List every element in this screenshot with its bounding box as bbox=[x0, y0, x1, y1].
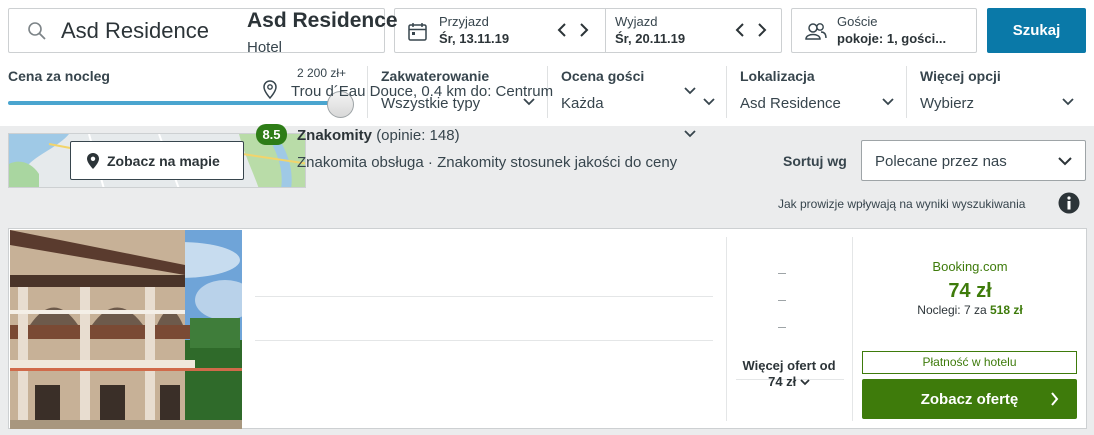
rating-highlights: Znakomita obsługa · Znakomity stosunek j… bbox=[297, 154, 678, 171]
checkout-label: Wyjazd bbox=[615, 14, 658, 29]
sort-label: Sortuj wg bbox=[783, 153, 847, 169]
chevron-down-icon[interactable] bbox=[684, 130, 696, 138]
chevron-right-icon bbox=[1051, 392, 1059, 406]
price-slider-track[interactable] bbox=[8, 101, 336, 105]
more-offers-price: 74 zł bbox=[768, 374, 797, 389]
guests-icon bbox=[805, 23, 827, 40]
search-button[interactable]: Szukaj bbox=[987, 8, 1086, 53]
checkout-value[interactable]: Śr, 20.11.19 bbox=[615, 31, 685, 46]
rating-word: Znakomity bbox=[297, 127, 373, 144]
checkout-prev-icon[interactable] bbox=[734, 21, 746, 39]
guests-label: Goście bbox=[837, 14, 878, 29]
chevron-down-icon bbox=[800, 379, 810, 386]
filter-title: Ocena gości bbox=[561, 68, 645, 84]
nights-prefix: Noclegi: 7 za bbox=[917, 303, 987, 317]
divider bbox=[255, 296, 713, 297]
show-map-button[interactable]: Zobacz na mapie bbox=[70, 141, 244, 180]
chevron-down-icon bbox=[1062, 98, 1074, 106]
view-offer-label: Zobacz ofertę bbox=[920, 391, 1019, 408]
hotel-name-link[interactable]: Asd Residence bbox=[247, 9, 398, 33]
review-count: (opinie: 148) bbox=[376, 127, 460, 144]
offer-nights: Noclegi: 7 za 518 zł bbox=[853, 303, 1087, 317]
checkout-next-icon[interactable] bbox=[756, 21, 768, 39]
hotel-type: Hotel bbox=[247, 39, 283, 56]
filter-title: Więcej opcji bbox=[920, 68, 1001, 84]
hotel-location[interactable]: Trou d´Eau Douce, 0.4 km do: Centrum bbox=[291, 83, 553, 100]
location-pin-icon bbox=[263, 80, 277, 99]
search-header: Asd Residence Przyjazd Śr, 13.11.19 Wyja… bbox=[0, 0, 1094, 125]
info-icon[interactable] bbox=[1058, 192, 1080, 214]
checkin-prev-icon[interactable] bbox=[556, 21, 568, 39]
offer-provider: Booking.com bbox=[932, 259, 1008, 274]
commission-note-link[interactable]: Jak prowizje wpływają na wyniki wyszukiw… bbox=[778, 197, 1025, 211]
checkin-next-icon[interactable] bbox=[578, 21, 590, 39]
empty-offer-slot bbox=[778, 327, 786, 328]
search-query: Asd Residence bbox=[61, 18, 209, 43]
calendar-icon bbox=[408, 23, 427, 41]
hotel-photo[interactable] bbox=[10, 230, 242, 429]
sort-select[interactable]: Polecane przez nas bbox=[861, 140, 1086, 181]
map-pin-icon bbox=[87, 153, 99, 169]
show-map-label: Zobacz na mapie bbox=[107, 153, 220, 169]
search-icon bbox=[28, 22, 46, 40]
filter-title: Zakwaterowanie bbox=[381, 68, 490, 84]
filter-title: Lokalizacja bbox=[740, 68, 815, 84]
price-filter-label: Cena za nocleg bbox=[8, 68, 110, 84]
sort-value: Polecane przez nas bbox=[875, 153, 1007, 170]
offer-price[interactable]: 74 zł bbox=[853, 280, 1087, 303]
view-offer-button[interactable]: Zobacz ofertę bbox=[862, 379, 1077, 419]
empty-offer-slot bbox=[778, 273, 786, 274]
more-offers-price-row: 74 zł bbox=[730, 374, 848, 390]
empty-offer-slot bbox=[778, 300, 786, 301]
chevron-down-icon bbox=[1058, 157, 1072, 166]
nights-total: 518 zł bbox=[990, 303, 1023, 317]
price-filter-max: 2 200 zł+ bbox=[297, 66, 347, 80]
rating-summary[interactable]: Znakomity (opinie: 148) bbox=[297, 127, 460, 144]
filter-guest-rating[interactable]: Ocena gości Każda bbox=[547, 66, 727, 118]
guests-picker[interactable]: Goście pokoje: 1, gości... bbox=[791, 8, 977, 53]
more-offers-label: Więcej ofert od bbox=[742, 358, 836, 373]
more-offers-button[interactable]: Więcej ofert od 74 zł bbox=[730, 358, 848, 390]
rating-badge: 8.5 bbox=[256, 124, 287, 145]
checkin-label: Przyjazd bbox=[439, 14, 489, 29]
chevron-down-icon bbox=[882, 98, 894, 106]
filter-location[interactable]: Lokalizacja Asd Residence bbox=[726, 66, 906, 118]
checkin-value[interactable]: Śr, 13.11.19 bbox=[439, 31, 509, 46]
guests-value: pokoje: 1, gości... bbox=[837, 31, 947, 46]
chevron-down-icon[interactable] bbox=[684, 87, 696, 95]
pay-at-hotel-badge: Płatność w hotelu bbox=[862, 351, 1077, 374]
date-divider bbox=[605, 9, 606, 52]
divider bbox=[726, 237, 727, 421]
hotel-photo-image bbox=[10, 230, 242, 429]
divider bbox=[255, 340, 713, 341]
chevron-down-icon bbox=[703, 98, 715, 106]
date-picker[interactable]: Przyjazd Śr, 13.11.19 Wyjazd Śr, 20.11.1… bbox=[394, 8, 782, 53]
filter-more-options[interactable]: Więcej opcji Wybierz bbox=[906, 66, 1086, 118]
